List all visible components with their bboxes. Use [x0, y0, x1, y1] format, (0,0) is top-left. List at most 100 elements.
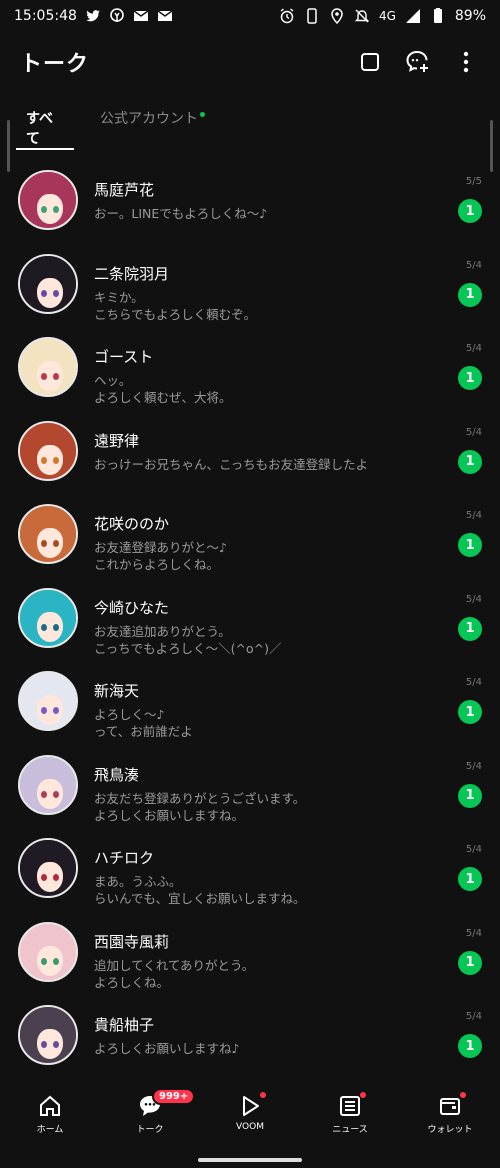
avatar[interactable]	[18, 504, 78, 564]
battery-percent: 89%	[454, 8, 486, 24]
chat-name: 今崎ひなた	[94, 598, 170, 617]
chat-date: 5/4	[465, 844, 482, 855]
chat-row[interactable]: 西園寺風莉 追加してくれてありがとう。 よろしくね。 5/4 1	[0, 912, 500, 996]
new-chat-button[interactable]	[404, 48, 432, 76]
chat-name: 新海天	[94, 682, 140, 700]
avatar[interactable]	[18, 587, 78, 648]
unread-badge: 1	[458, 950, 482, 975]
phone-icon	[304, 8, 320, 24]
avatar-eye-left	[41, 874, 47, 881]
avatar-eye-left	[41, 540, 47, 547]
mail-icon-2	[157, 8, 173, 24]
avatar[interactable]	[18, 838, 78, 898]
home-icon	[38, 1094, 62, 1118]
unread-badge: 1	[458, 366, 482, 390]
gesture-home-bar	[198, 1158, 302, 1162]
avatar-eye-right	[53, 874, 59, 881]
tab-official-accounts[interactable]: 公式アカウント	[90, 100, 215, 150]
chat-name: 二条院羽月	[94, 264, 170, 283]
chat-row[interactable]: 新海天 よろしく〜♪ って、お前誰だよ 5/4 1	[0, 661, 500, 745]
avatar-eye-left	[41, 456, 47, 464]
unread-badge: 1	[458, 700, 482, 724]
avatar[interactable]	[18, 170, 78, 230]
mute-bell-icon	[354, 8, 370, 24]
chat-list: 馬庭芦花 おー。LINEでもよろしくね〜♪ 5/5 1 二条院羽月 キミか。 こちらでも…	[0, 160, 500, 1079]
nav-home[interactable]: ホーム	[0, 1080, 100, 1152]
talk-unread-badge: 999+	[152, 1088, 196, 1105]
chat-row[interactable]: 花咲ののか お友達登録ありがと〜♪ これからよろしくね。 5/4 1	[0, 494, 500, 578]
chat-last-message: おっけーお兄ちゃん、こっちもお友達登録したよ	[94, 456, 369, 472]
avatar-eye-right	[53, 289, 59, 297]
chat-row[interactable]: 貴船柚子 よろしくお願いしますね♪ 5/4 1	[0, 995, 500, 1079]
chat-last-message: ヘッ。 よろしく頼むぜ、大将。	[94, 373, 232, 405]
unread-badge: 1	[458, 1034, 482, 1058]
avatar-eye-right	[53, 707, 59, 714]
chat-row[interactable]: ハチロク まあ。うふふ。 らいんでも、宜しくお願いしますね。 5/4 1	[0, 828, 500, 912]
status-bar: 15:05:48 4G 89%	[0, 0, 500, 32]
app-notification-icon	[109, 8, 125, 24]
avatar-eye-left	[41, 373, 47, 380]
chat-date: 5/4	[465, 593, 482, 605]
avatar-eye-right	[53, 540, 59, 547]
chat-row[interactable]: 遠野律 おっけーお兄ちゃん、こっちもお友達登録したよ 5/4 1	[0, 411, 500, 495]
bottom-nav: ホーム 999+ トーク VOOM ニュース ウォレット	[0, 1080, 500, 1152]
avatar[interactable]	[18, 754, 78, 815]
avatar-eye-left	[41, 1041, 47, 1048]
nav-talk[interactable]: 999+ トーク	[100, 1080, 200, 1152]
unread-badge: 1	[458, 783, 482, 808]
header: トーク	[0, 40, 500, 84]
avatar-eye-right	[53, 373, 59, 380]
news-icon	[338, 1092, 366, 1118]
nav-voom[interactable]: VOOM	[200, 1080, 300, 1152]
news-new-dot	[360, 1092, 366, 1098]
unread-badge: 1	[458, 867, 482, 891]
chat-last-message: よろしく〜♪ って、お前誰だよ	[94, 707, 193, 739]
chat-date: 5/4	[465, 927, 482, 939]
avatar-eye-left	[41, 623, 47, 631]
avatar-eye-right	[53, 957, 59, 965]
chat-last-message: まあ。うふふ。 らいんでも、宜しくお願いしますね。	[94, 874, 306, 906]
chat-name: 遠野律	[94, 431, 140, 450]
nav-talk-label: トーク	[136, 1125, 164, 1135]
chat-row[interactable]: 二条院羽月 キミか。 こちらでもよろしく頼むぞ。 5/4 1	[0, 244, 500, 328]
avatar[interactable]	[18, 1005, 78, 1065]
avatar[interactable]	[18, 921, 78, 982]
tab-all[interactable]: すべて	[16, 100, 74, 150]
mail-icon	[133, 8, 149, 24]
location-icon	[329, 8, 345, 24]
nav-wallet[interactable]: ウォレット	[400, 1080, 500, 1152]
square-icon	[361, 53, 379, 71]
avatar-eye-left	[41, 707, 47, 714]
chat-name: 花咲ののか	[94, 515, 170, 533]
avatar-eye-left	[41, 289, 47, 297]
unread-badge: 1	[458, 199, 482, 223]
chat-row[interactable]: 今崎ひなた お友達追加ありがとう。 こっちでもよろしく〜＼(^o^)／ 5/4 1	[0, 578, 500, 662]
unread-badge: 1	[458, 533, 482, 557]
unread-badge: 1	[458, 282, 482, 307]
wallet-icon	[438, 1092, 466, 1118]
more-button[interactable]	[452, 48, 480, 76]
avatar[interactable]	[18, 253, 78, 314]
chat-row[interactable]: ゴースト ヘッ。 よろしく頼むぜ、大将。 5/4 1	[0, 327, 500, 411]
chat-last-message: お友達登録ありがと〜♪ これからよろしくね。	[94, 540, 227, 572]
nav-news[interactable]: ニュース	[300, 1080, 400, 1152]
chat-last-message: 追加してくれてありがとう。 よろしくね。	[94, 957, 255, 990]
nav-wallet-label: ウォレット	[427, 1125, 473, 1135]
chat-name: 飛鳥湊	[94, 765, 140, 784]
status-time: 15:05:48	[14, 8, 77, 24]
more-vertical-icon	[463, 51, 469, 73]
alarm-icon	[279, 8, 295, 24]
chat-row[interactable]: 飛鳥湊 お友だち登録ありがとうございます。 よろしくお願いしますね。 5/4 1	[0, 745, 500, 829]
wallet-new-dot	[460, 1092, 466, 1098]
chat-date: 5/4	[465, 426, 482, 438]
chat-row[interactable]: 馬庭芦花 おー。LINEでもよろしくね〜♪ 5/5 1	[0, 160, 500, 244]
avatar[interactable]	[18, 671, 78, 731]
avatar[interactable]	[18, 420, 78, 481]
avatar-eye-right	[53, 456, 59, 464]
square-button[interactable]	[356, 48, 384, 76]
chat-name: 貴船柚子	[94, 1016, 155, 1034]
nav-voom-label: VOOM	[236, 1122, 264, 1132]
avatar[interactable]	[18, 337, 78, 397]
avatar-eye-left	[41, 790, 47, 798]
chat-date: 5/5	[465, 176, 482, 187]
